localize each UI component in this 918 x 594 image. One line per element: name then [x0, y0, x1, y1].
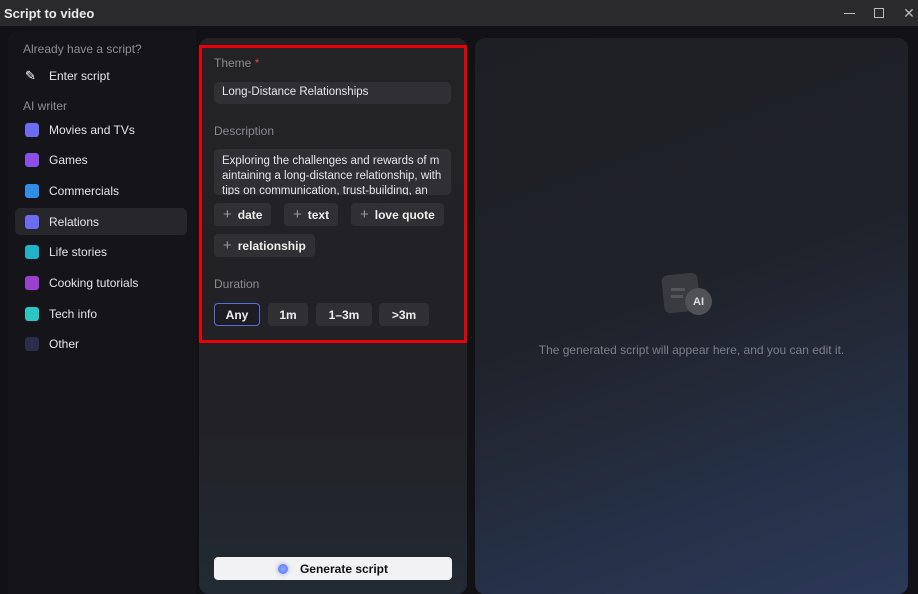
- window-title: Script to video: [4, 5, 95, 21]
- theme-input[interactable]: Long-Distance Relationships: [214, 82, 451, 104]
- sidebar-item-tech-info[interactable]: Tech info: [15, 300, 187, 327]
- sidebar-item-label: Tech info: [49, 306, 98, 321]
- close-icon: ✕: [903, 4, 915, 21]
- people-icon: [25, 214, 39, 229]
- close-button[interactable]: ✕: [894, 0, 918, 26]
- generate-script-button[interactable]: Generate script: [214, 557, 452, 580]
- theme-label: Theme *: [214, 56, 259, 70]
- sidebar-item-relations[interactable]: Relations: [15, 208, 187, 236]
- script-preview-panel: AI The generated script will appear here…: [475, 38, 908, 594]
- sidebar: Already have a script? ✎ Enter script AI…: [8, 30, 196, 594]
- sidebar-item-label: Other: [49, 337, 80, 352]
- duration-any-button[interactable]: Any: [214, 303, 260, 326]
- pencil-icon: ✎: [25, 67, 36, 83]
- person-waving-icon: [25, 245, 39, 260]
- title-bar: Script to video ✕: [0, 0, 918, 26]
- document-icon: [25, 337, 39, 352]
- maximize-button[interactable]: [864, 0, 894, 26]
- ai-script-icon: AI: [661, 272, 712, 318]
- sidebar-item-label: Enter script: [49, 68, 110, 83]
- script-form-panel: Theme * Long-Distance Relationships Desc…: [199, 38, 467, 594]
- theme-label-text: Theme: [214, 56, 252, 70]
- ai-orb-icon: [277, 563, 288, 574]
- minimize-icon: [843, 12, 855, 14]
- generate-label: Generate script: [299, 561, 389, 576]
- required-mark: *: [254, 56, 260, 70]
- sidebar-item-games[interactable]: Games: [15, 147, 187, 174]
- sidebar-item-label: Movies and TVs: [49, 122, 135, 137]
- duration-1m-button[interactable]: 1m: [268, 303, 308, 326]
- tag-date-button[interactable]: + date: [214, 203, 272, 226]
- sidebar-item-other[interactable]: Other: [15, 331, 187, 358]
- rocket-icon: [25, 306, 39, 321]
- sidebar-item-label: Life stories: [49, 245, 108, 260]
- plus-icon: +: [293, 206, 302, 223]
- sidebar-item-life-stories[interactable]: Life stories: [15, 239, 187, 266]
- tag-text-button[interactable]: + text: [284, 203, 339, 226]
- duration-over-3m-button[interactable]: >3m: [379, 303, 429, 326]
- tag-label: love quote: [374, 207, 435, 222]
- presentation-icon: [25, 183, 39, 198]
- sidebar-item-enter-script[interactable]: ✎ Enter script: [15, 62, 187, 89]
- cocktail-icon: [25, 276, 39, 290]
- gamepad-icon: [25, 153, 39, 168]
- description-label: Description: [214, 124, 275, 138]
- maximize-icon: [874, 8, 884, 18]
- plus-icon: +: [360, 206, 369, 223]
- sidebar-item-label: Cooking tutorials: [49, 276, 139, 290]
- tag-label: relationship: [237, 238, 306, 253]
- existing-script-heading: Already have a script?: [23, 42, 142, 56]
- sidebar-item-label: Relations: [49, 214, 100, 229]
- tag-relationship-button[interactable]: + relationship: [214, 234, 315, 257]
- sidebar-item-movies-and-tvs[interactable]: Movies and TVs: [15, 116, 187, 143]
- sidebar-item-cooking-tutorials[interactable]: Cooking tutorials: [15, 270, 187, 297]
- duration-1-3m-button[interactable]: 1–3m: [316, 303, 372, 326]
- ai-writer-heading: AI writer: [23, 99, 68, 113]
- ai-badge: AI: [685, 288, 712, 315]
- tag-label: text: [307, 207, 330, 222]
- plus-icon: +: [223, 237, 232, 254]
- minimize-button[interactable]: [834, 0, 864, 26]
- duration-label: Duration: [214, 277, 260, 291]
- description-textarea[interactable]: Exploring the challenges and rewards of …: [214, 149, 451, 195]
- sidebar-item-label: Commercials: [49, 183, 120, 198]
- plus-icon: +: [223, 206, 232, 223]
- sidebar-item-commercials[interactable]: Commercials: [15, 177, 187, 204]
- tag-love-quote-button[interactable]: + love quote: [351, 203, 444, 226]
- tag-label: date: [237, 207, 263, 222]
- sidebar-item-label: Games: [49, 153, 88, 168]
- preview-placeholder-text: The generated script will appear here, a…: [538, 343, 845, 357]
- clapperboard-icon: [25, 122, 39, 137]
